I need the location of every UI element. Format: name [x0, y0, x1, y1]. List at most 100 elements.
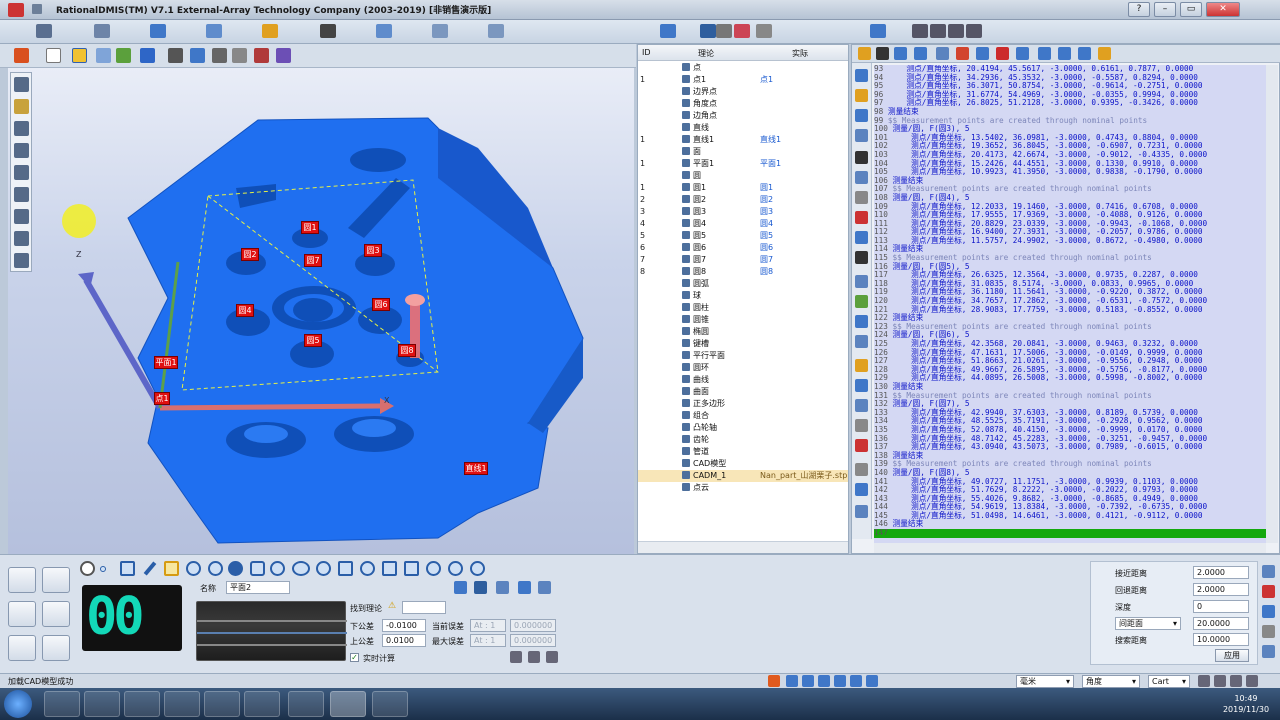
tree-row[interactable]: 点 — [638, 62, 848, 74]
pin-icon[interactable] — [855, 69, 868, 82]
circle-1-label[interactable]: 圆1 — [301, 221, 319, 234]
circle-3-label[interactable]: 圆3 — [364, 244, 382, 257]
home-tab-icon[interactable] — [36, 24, 52, 38]
fit-icon[interactable] — [232, 48, 247, 63]
ruler-icon[interactable] — [855, 191, 868, 204]
code-hscrollbar[interactable] — [874, 543, 1266, 553]
comment-icon[interactable] — [1058, 47, 1071, 60]
datum-icon[interactable] — [855, 315, 868, 328]
robot-icon[interactable] — [855, 251, 868, 264]
slot-feature-icon[interactable] — [316, 561, 331, 576]
edge-feature-icon[interactable] — [120, 561, 135, 576]
status-icon-1[interactable] — [1198, 675, 1210, 687]
tree-row[interactable]: 8 圆8 圆8 — [638, 266, 848, 278]
tree-row[interactable]: CAD模型 — [638, 458, 848, 470]
code-line[interactable]: 129 测点/直角坐标, 44.0895, 26.5008, -3.0000, … — [874, 374, 1266, 383]
tree-row[interactable]: 角度点 — [638, 98, 848, 110]
view-tab-icon[interactable] — [206, 24, 222, 38]
window-icon[interactable] — [855, 379, 868, 392]
view-top-icon[interactable] — [14, 99, 29, 114]
zoom-window-icon[interactable] — [96, 48, 111, 63]
taskbar-wechat[interactable] — [288, 691, 324, 717]
view-left-icon[interactable] — [14, 143, 29, 158]
note-icon[interactable] — [855, 359, 868, 372]
code-line[interactable]: 146 测量结束 — [874, 520, 1266, 529]
view-iso-icon[interactable] — [14, 209, 29, 224]
tree-row[interactable]: 圆锥 — [638, 314, 848, 326]
approach-input[interactable]: 2.0000 — [1193, 566, 1249, 579]
probe-side-icon[interactable] — [855, 151, 868, 164]
circle-8-label[interactable]: 圆8 — [398, 344, 416, 357]
help-button[interactable]: ? — [1128, 2, 1150, 17]
status-icon-2[interactable] — [1214, 675, 1226, 687]
tree-row[interactable]: 4 圆4 圆4 — [638, 218, 848, 230]
angle-select[interactable]: 角度 ▾ — [1082, 675, 1140, 688]
link-icon[interactable] — [538, 581, 551, 594]
matrix-icon[interactable] — [855, 419, 868, 432]
home-side-icon[interactable] — [855, 211, 868, 224]
line-feature-icon[interactable] — [143, 561, 157, 576]
realtime-checkbox[interactable]: ✓ — [350, 653, 359, 662]
circle-feature-icon[interactable] — [186, 561, 201, 576]
doc-tab-icon[interactable] — [94, 24, 110, 38]
parallel-plane-icon[interactable] — [338, 561, 353, 576]
compound-feature-icon[interactable] — [448, 561, 463, 576]
status-icon-3[interactable] — [1230, 675, 1242, 687]
arc-feature-icon[interactable] — [208, 561, 223, 576]
render-icon[interactable] — [190, 48, 205, 63]
circle-2-label[interactable]: 圆2 — [241, 248, 259, 261]
tool-tab-icon[interactable] — [756, 24, 772, 38]
tree-row[interactable]: 曲线 — [638, 374, 848, 386]
tree-row[interactable]: 曲面 — [638, 386, 848, 398]
step-icon[interactable] — [976, 47, 989, 60]
filter-tab-icon[interactable] — [716, 24, 732, 38]
tree-row[interactable]: 边角点 — [638, 110, 848, 122]
taskbar-app-pc[interactable] — [124, 691, 160, 717]
tree-row[interactable]: 6 圆6 圆6 — [638, 242, 848, 254]
edit-side-icon[interactable] — [855, 129, 868, 142]
grid-tab-icon[interactable] — [966, 24, 982, 38]
code-line[interactable]: 145 测点/直角坐标, 51.0498, 14.6461, -3.0000, … — [874, 511, 1266, 521]
feature-name-input[interactable]: 平面2 — [226, 581, 290, 594]
tree-row[interactable]: 正多边形 — [638, 398, 848, 410]
mic-icon[interactable] — [834, 675, 846, 687]
chat-tab-icon[interactable] — [432, 24, 448, 38]
tree-row[interactable]: 点云 — [638, 482, 848, 494]
tree-row[interactable]: 1 直线1 直线1 — [638, 134, 848, 146]
find-theory-input[interactable] — [402, 601, 446, 614]
cone-feature-icon[interactable] — [270, 561, 285, 576]
param-icon-5[interactable] — [1262, 645, 1275, 658]
tree-row[interactable]: 2 圆2 圆2 — [638, 194, 848, 206]
tree-row[interactable]: 7 圆7 圆7 — [638, 254, 848, 266]
edit-feature-icon[interactable] — [510, 651, 522, 663]
code-line[interactable]: 97 测点/直角坐标, 26.8025, 51.2128, -3.0000, 0… — [874, 99, 1266, 108]
view-iso2-icon[interactable] — [14, 231, 29, 246]
save-icon[interactable] — [32, 4, 42, 14]
calc-icon[interactable] — [855, 275, 868, 288]
program-tab-icon[interactable] — [870, 24, 886, 38]
cad-viewport[interactable]: Z X 圆1 圆2 圆3 圆4 圆5 圆6 圆7 圆8 平面1 点1 直线1 — [8, 68, 634, 554]
grid-side-icon[interactable] — [855, 171, 868, 184]
tree-row[interactable]: 面 — [638, 146, 848, 158]
construct-button[interactable] — [42, 567, 70, 593]
dmis-code-editor[interactable]: 93 测点/直角坐标, 20.4194, 45.5617, -3.0000, 0… — [874, 65, 1266, 545]
taskbar-chrome[interactable] — [164, 691, 200, 717]
tree-row[interactable]: 球 — [638, 290, 848, 302]
cylinder-feature-icon[interactable] — [250, 561, 265, 576]
dot-feature-icon[interactable] — [100, 566, 106, 572]
section-icon[interactable] — [254, 48, 269, 63]
tree-row[interactable]: 齿轮 — [638, 434, 848, 446]
tree-row[interactable]: 直线 — [638, 122, 848, 134]
export-icon[interactable] — [855, 505, 868, 518]
code-line[interactable]: 137 测点/直角坐标, 43.0940, 43.5073, -3.0000, … — [874, 442, 1266, 452]
unit-select[interactable]: 毫米 ▾ — [1016, 675, 1074, 688]
tree-row[interactable]: 1 圆1 圆1 — [638, 182, 848, 194]
refresh-icon[interactable] — [518, 581, 531, 594]
flag-icon[interactable] — [1038, 47, 1051, 60]
view-right-icon[interactable] — [14, 121, 29, 136]
circle-7-label[interactable]: 圆7 — [304, 254, 322, 267]
table-icon[interactable] — [936, 47, 949, 60]
curve-feature-icon[interactable] — [382, 561, 397, 576]
minimize-button[interactable]: – — [1154, 2, 1176, 17]
status-icon-4[interactable] — [1246, 675, 1258, 687]
